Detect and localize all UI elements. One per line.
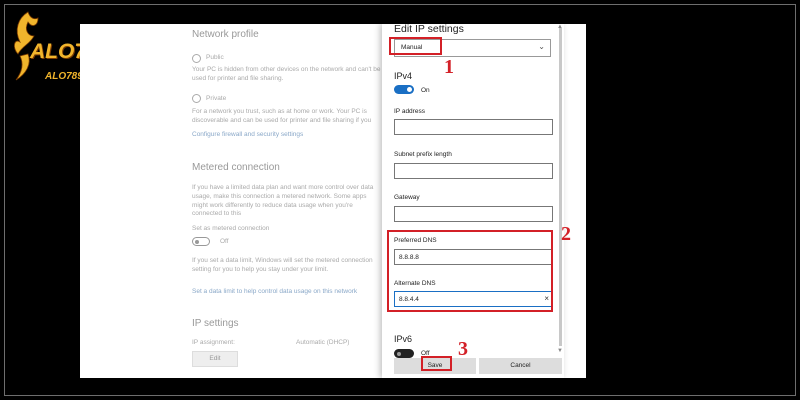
scroll-down-arrow-icon[interactable]: ▼ <box>557 348 563 354</box>
metered-toggle[interactable] <box>192 237 210 246</box>
preferred-dns-value: 8.8.8.8 <box>399 253 419 261</box>
public-description: Your PC is hidden from other devices on … <box>192 66 381 82</box>
metered-connection-heading: Metered connection <box>192 162 280 173</box>
ip-assignment-value: Automatic (DHCP) <box>296 339 350 346</box>
ipv6-toggle[interactable] <box>394 349 414 358</box>
gateway-label: Gateway <box>394 194 420 201</box>
public-radio[interactable] <box>192 54 201 63</box>
scroll-up-arrow-icon[interactable]: ▲ <box>557 24 563 30</box>
preferred-dns-label: Preferred DNS <box>394 237 437 244</box>
ip-settings-heading: IP settings <box>192 318 239 329</box>
preferred-dns-input[interactable]: 8.8.8.8 <box>394 249 553 265</box>
alternate-dns-input[interactable]: 8.8.4.4 × <box>394 291 553 307</box>
ip-address-label: IP address <box>394 108 425 115</box>
metered-description: If you have a limited data plan and want… <box>192 184 374 218</box>
step-3-marker: 3 <box>458 338 468 360</box>
private-radio[interactable] <box>192 94 201 103</box>
edit-ip-button[interactable]: Edit <box>192 351 238 367</box>
network-settings-panel: Network profile Public Your PC is hidden… <box>80 24 381 378</box>
dialog-scrollbar[interactable] <box>559 28 562 346</box>
ipv4-toggle[interactable] <box>394 85 414 94</box>
gateway-input[interactable] <box>394 206 553 222</box>
ip-mode-value: Manual <box>401 44 423 51</box>
ipv4-heading: IPv4 <box>394 71 413 81</box>
settings-screenshot: Network profile Public Your PC is hidden… <box>80 24 586 378</box>
clear-icon[interactable]: × <box>544 294 549 303</box>
ip-address-input[interactable] <box>394 119 553 135</box>
alternate-dns-value: 8.8.4.4 <box>399 295 419 303</box>
chevron-down-icon: ⌄ <box>538 42 545 51</box>
ipv4-toggle-state: On <box>421 87 430 94</box>
step-2-marker: 2 <box>561 223 571 245</box>
network-profile-heading: Network profile <box>192 29 259 40</box>
public-label: Public <box>206 54 224 61</box>
edit-ip-settings-dialog: Edit IP settings Manual ⌄ IPv4 On IP add… <box>382 24 564 378</box>
firewall-settings-link[interactable]: Configure firewall and security settings <box>192 131 303 140</box>
data-limit-description: If you set a data limit, Windows will se… <box>192 257 373 273</box>
ipv6-heading: IPv6 <box>394 334 413 344</box>
step-1-marker: 1 <box>444 56 454 78</box>
alternate-dns-label: Alternate DNS <box>394 280 436 287</box>
data-limit-link[interactable]: Set a data limit to help control data us… <box>192 288 357 297</box>
metered-toggle-label: Set as metered connection <box>192 225 270 232</box>
dialog-title: Edit IP settings <box>394 24 464 35</box>
cancel-button[interactable]: Cancel <box>479 358 562 374</box>
subnet-prefix-label: Subnet prefix length <box>394 151 452 158</box>
ip-mode-dropdown[interactable]: Manual ⌄ <box>394 39 551 57</box>
ipv6-toggle-state: Off <box>421 350 430 357</box>
private-description: For a network you trust, such as at home… <box>192 108 372 124</box>
subnet-prefix-input[interactable] <box>394 163 553 179</box>
private-label: Private <box>206 95 227 102</box>
